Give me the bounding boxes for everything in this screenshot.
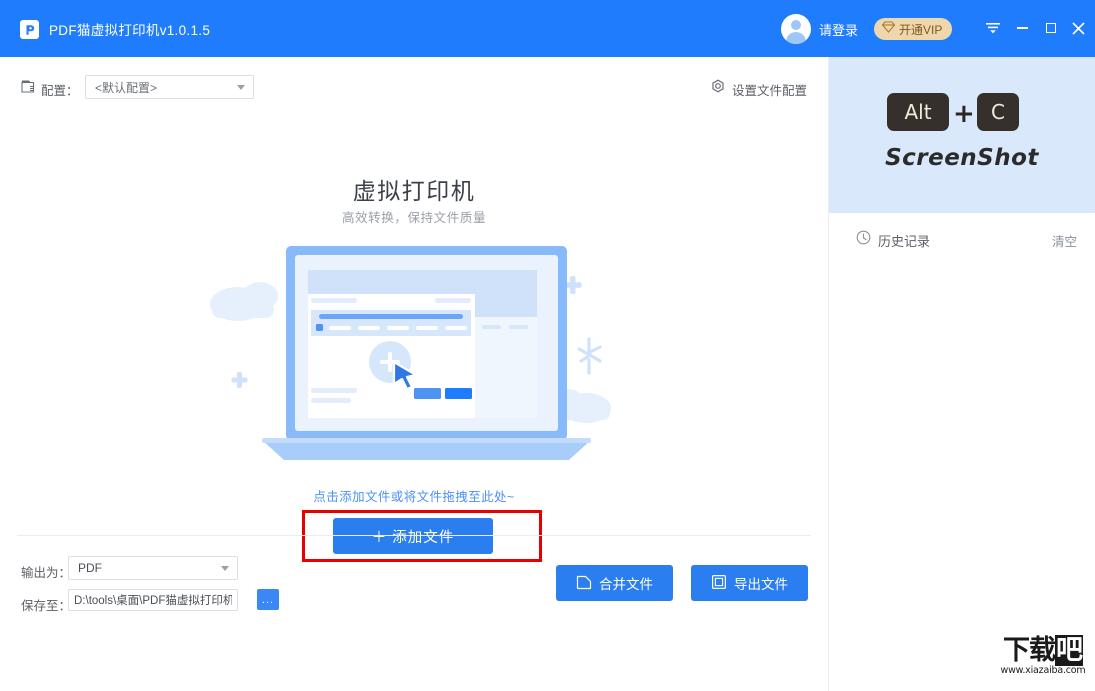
app-logo-icon xyxy=(20,20,39,39)
export-files-button[interactable]: 导出文件 xyxy=(691,565,808,601)
screenshot-banner[interactable]: Alt + C ScreenShot xyxy=(829,57,1095,213)
plus-sign-icon: + xyxy=(953,99,975,129)
app-title: PDF猫虚拟打印机v1.0.1.5 xyxy=(49,23,211,38)
minimize-icon[interactable] xyxy=(1011,17,1033,39)
app-window: PDF猫虚拟打印机v1.0.1.5 请登录 开通VIP 配置： <默认配置> 设… xyxy=(0,0,1095,691)
save-path-label: 保存至： xyxy=(21,599,72,613)
laptop-upload-illustration xyxy=(198,240,630,480)
right-panel: Alt + C ScreenShot 历史记录 清空 xyxy=(828,57,1095,691)
chevron-down-icon xyxy=(221,566,229,571)
config-select[interactable]: <默认配置> xyxy=(85,75,254,99)
menu-icon[interactable] xyxy=(982,17,1004,39)
footer-divider xyxy=(17,535,811,536)
minimize-bar xyxy=(1016,27,1028,29)
config-file-icon xyxy=(21,79,36,99)
page-subtitle: 高效转换，保持文件质量 xyxy=(341,211,487,225)
history-header: 历史记录 清空 xyxy=(829,220,1095,260)
watermark-char-2: 载 xyxy=(1029,635,1056,666)
add-file-button[interactable]: ＋ 添加文件 xyxy=(333,518,493,554)
c-key-icon: C xyxy=(977,93,1019,131)
watermark-char-3: 吧 xyxy=(1055,635,1083,666)
config-select-value: <默认配置> xyxy=(95,80,158,95)
maximize-square xyxy=(1046,23,1056,33)
chevron-down-icon xyxy=(237,85,245,90)
history-label: 历史记录 xyxy=(878,233,931,249)
merge-document-icon xyxy=(576,574,592,593)
title-bar: PDF猫虚拟打印机v1.0.1.5 请登录 开通VIP xyxy=(0,0,1095,57)
export-document-icon xyxy=(711,574,727,593)
merge-files-label: 合并文件 xyxy=(599,577,653,592)
watermark-url: www.xiazaiba.com xyxy=(1000,665,1086,676)
file-config-label: 设置文件配置 xyxy=(732,84,808,98)
screenshot-label: ScreenShot xyxy=(885,145,1039,171)
open-vip-label: 开通VIP xyxy=(899,22,943,37)
avatar-body xyxy=(786,32,806,44)
login-link[interactable]: 请登录 xyxy=(819,20,858,39)
history-title-group: 历史记录 xyxy=(856,230,930,250)
open-vip-button[interactable]: 开通VIP xyxy=(874,18,953,40)
browse-folder-button[interactable]: ... xyxy=(257,589,279,610)
gear-icon xyxy=(710,79,726,100)
watermark-text: 下载吧 xyxy=(1003,635,1083,666)
clock-icon xyxy=(856,230,871,250)
diamond-icon xyxy=(881,20,896,38)
watermark: 下载吧 www.xiazaiba.com xyxy=(996,628,1090,684)
drop-hint-text[interactable]: 点击添加文件或将文件拖拽至此处~ xyxy=(0,486,828,505)
maximize-icon[interactable] xyxy=(1040,17,1062,39)
avatar-head xyxy=(791,20,801,30)
page-title: 虚拟打印机 xyxy=(352,178,476,204)
output-label: 输出为： xyxy=(21,566,72,580)
watermark-char-1: 下 xyxy=(1003,635,1030,666)
alt-key-icon: Alt xyxy=(887,93,949,131)
output-format-value: PDF xyxy=(78,561,102,575)
file-config-button[interactable]: 设置文件配置 xyxy=(710,79,807,100)
output-format-select[interactable]: PDF xyxy=(68,556,238,580)
export-files-label: 导出文件 xyxy=(734,577,788,592)
config-label: 配置： xyxy=(41,84,79,98)
merge-files-button[interactable]: 合并文件 xyxy=(556,565,673,601)
save-path-input[interactable] xyxy=(68,589,238,611)
clear-history-button[interactable]: 清空 xyxy=(1052,231,1077,250)
close-icon[interactable] xyxy=(1067,17,1089,39)
avatar[interactable] xyxy=(781,14,811,44)
